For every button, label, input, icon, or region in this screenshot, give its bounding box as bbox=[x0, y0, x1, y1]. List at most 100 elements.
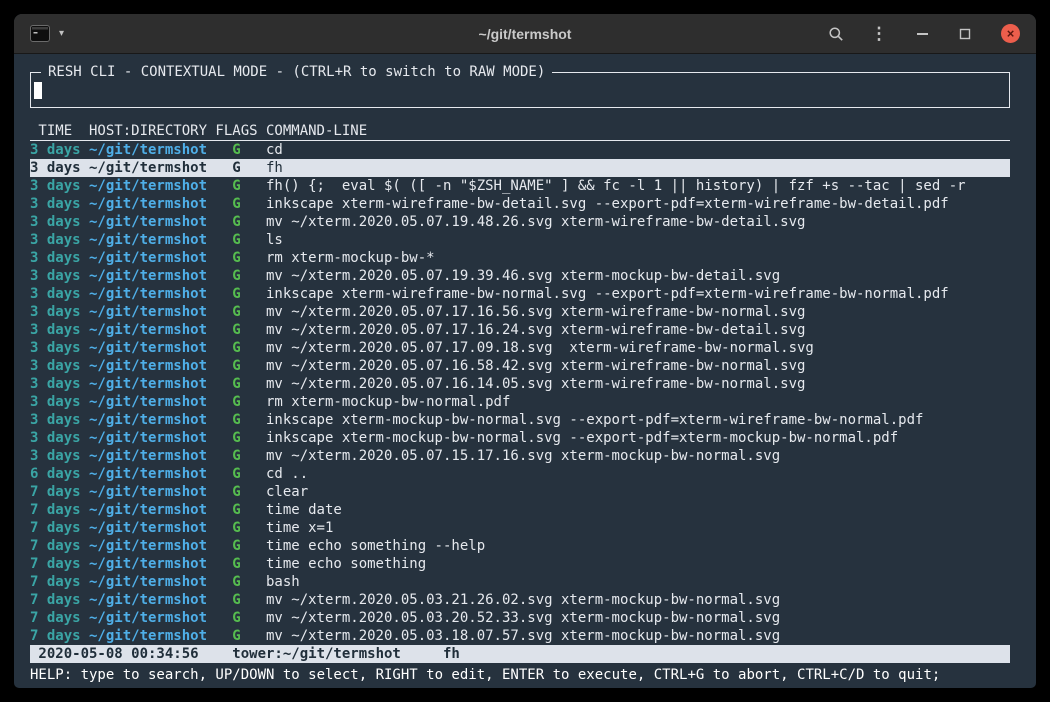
text-cursor bbox=[34, 82, 42, 99]
row-time: 7 days bbox=[30, 591, 89, 609]
row-command: time echo something --help bbox=[266, 537, 1010, 555]
history-row[interactable]: 3 days~/git/termshotGfh() {; eval $( ([ … bbox=[30, 177, 1010, 195]
history-row[interactable]: 3 days~/git/termshotGinkscape xterm-wire… bbox=[30, 285, 1010, 303]
history-row[interactable]: 3 days~/git/termshotGinkscape xterm-mock… bbox=[30, 411, 1010, 429]
row-host-directory: ~/git/termshot bbox=[89, 483, 215, 501]
row-command: mv ~/xterm.2020.05.07.17.16.56.svg xterm… bbox=[266, 303, 1010, 321]
history-row[interactable]: 3 days~/git/termshotGmv ~/xterm.2020.05.… bbox=[30, 339, 1010, 357]
row-host-directory: ~/git/termshot bbox=[89, 609, 215, 627]
row-time: 7 days bbox=[30, 609, 89, 627]
history-row[interactable]: 3 days~/git/termshotGmv ~/xterm.2020.05.… bbox=[30, 447, 1010, 465]
terminal-content[interactable]: RESH CLI - CONTEXTUAL MODE - (CTRL+R to … bbox=[14, 54, 1036, 687]
history-row[interactable]: 7 days~/git/termshotGtime date bbox=[30, 501, 1010, 519]
row-command: time date bbox=[266, 501, 1010, 519]
history-row[interactable]: 7 days~/git/termshotGmv ~/xterm.2020.05.… bbox=[30, 627, 1010, 645]
row-host-directory: ~/git/termshot bbox=[89, 465, 215, 483]
history-row[interactable]: 3 days~/git/termshotGmv ~/xterm.2020.05.… bbox=[30, 357, 1010, 375]
row-command: inkscape xterm-mockup-bw-normal.svg --ex… bbox=[266, 429, 1010, 447]
history-row[interactable]: 3 days~/git/termshotGinkscape xterm-mock… bbox=[30, 429, 1010, 447]
row-command: time x=1 bbox=[266, 519, 1010, 537]
row-host-directory: ~/git/termshot bbox=[89, 393, 215, 411]
row-command: ls bbox=[266, 231, 1010, 249]
titlebar[interactable]: ▾ ~/git/termshot ⋮ × bbox=[14, 14, 1036, 54]
row-command: inkscape xterm-wireframe-bw-normal.svg -… bbox=[266, 285, 1010, 303]
row-time: 3 days bbox=[30, 249, 89, 267]
col-header-command-line: COMMAND-LINE bbox=[266, 122, 1010, 140]
history-row[interactable]: 7 days~/git/termshotGclear bbox=[30, 483, 1010, 501]
row-host-directory: ~/git/termshot bbox=[89, 375, 215, 393]
close-button[interactable]: × bbox=[1001, 24, 1020, 43]
history-rows: 3 days~/git/termshotGcd3 days~/git/terms… bbox=[30, 141, 1010, 645]
row-time: 3 days bbox=[30, 141, 89, 159]
row-host-directory: ~/git/termshot bbox=[89, 573, 215, 591]
row-flags: G bbox=[215, 573, 266, 591]
minimize-icon[interactable] bbox=[913, 25, 931, 43]
row-time: 3 days bbox=[30, 357, 89, 375]
minimize-dash bbox=[917, 33, 928, 35]
row-host-directory: ~/git/termshot bbox=[89, 357, 215, 375]
history-row[interactable]: 7 days~/git/termshotGmv ~/xterm.2020.05.… bbox=[30, 609, 1010, 627]
history-row[interactable]: 7 days~/git/termshotGmv ~/xterm.2020.05.… bbox=[30, 591, 1010, 609]
row-flags: G bbox=[215, 159, 266, 177]
col-header-flags: FLAGS bbox=[215, 122, 266, 140]
row-flags: G bbox=[215, 141, 266, 159]
history-row[interactable]: 3 days~/git/termshotGmv ~/xterm.2020.05.… bbox=[30, 375, 1010, 393]
row-host-directory: ~/git/termshot bbox=[89, 627, 215, 645]
row-host-directory: ~/git/termshot bbox=[89, 537, 215, 555]
history-row[interactable]: 6 days~/git/termshotGcd .. bbox=[30, 465, 1010, 483]
row-flags: G bbox=[215, 321, 266, 339]
row-command: fh bbox=[266, 159, 1010, 177]
row-command: mv ~/xterm.2020.05.07.17.09.18.svg xterm… bbox=[266, 339, 1010, 357]
status-bar: 2020-05-08 00:34:56 tower:~/git/termshot… bbox=[30, 645, 1010, 663]
row-flags: G bbox=[215, 627, 266, 645]
row-host-directory: ~/git/termshot bbox=[89, 141, 215, 159]
row-host-directory: ~/git/termshot bbox=[89, 429, 215, 447]
row-time: 3 days bbox=[30, 375, 89, 393]
history-row[interactable]: 3 days~/git/termshotGmv ~/xterm.2020.05.… bbox=[30, 321, 1010, 339]
row-flags: G bbox=[215, 519, 266, 537]
history-row[interactable]: 3 days~/git/termshotGcd bbox=[30, 141, 1010, 159]
history-row[interactable]: 3 days~/git/termshotGmv ~/xterm.2020.05.… bbox=[30, 303, 1010, 321]
history-row[interactable]: 7 days~/git/termshotGbash bbox=[30, 573, 1010, 591]
history-row[interactable]: 3 days~/git/termshotGls bbox=[30, 231, 1010, 249]
row-time: 7 days bbox=[30, 573, 89, 591]
row-command: mv ~/xterm.2020.05.07.15.17.16.svg xterm… bbox=[266, 447, 1010, 465]
history-row[interactable]: 3 days~/git/termshotGmv ~/xterm.2020.05.… bbox=[30, 213, 1010, 231]
history-row[interactable]: 3 days~/git/termshotGmv ~/xterm.2020.05.… bbox=[30, 267, 1010, 285]
row-flags: G bbox=[215, 483, 266, 501]
col-header-host-directory: HOST:DIRECTORY bbox=[89, 122, 215, 140]
search-icon[interactable] bbox=[827, 25, 845, 43]
row-host-directory: ~/git/termshot bbox=[89, 447, 215, 465]
history-row[interactable]: 3 days~/git/termshotGinkscape xterm-wire… bbox=[30, 195, 1010, 213]
history-row[interactable]: 3 days~/git/termshotGfh bbox=[30, 159, 1010, 177]
history-row[interactable]: 3 days~/git/termshotGrm xterm-mockup-bw-… bbox=[30, 249, 1010, 267]
titlebar-right-group: ⋮ × bbox=[827, 24, 1020, 43]
terminal-app-icon[interactable] bbox=[30, 25, 50, 42]
row-flags: G bbox=[215, 591, 266, 609]
row-time: 3 days bbox=[30, 303, 89, 321]
row-time: 7 days bbox=[30, 627, 89, 645]
row-flags: G bbox=[215, 411, 266, 429]
history-row[interactable]: 7 days~/git/termshotGtime x=1 bbox=[30, 519, 1010, 537]
row-host-directory: ~/git/termshot bbox=[89, 519, 215, 537]
row-time: 3 days bbox=[30, 411, 89, 429]
help-line: HELP: type to search, UP/DOWN to select,… bbox=[30, 666, 1010, 684]
row-flags: G bbox=[215, 465, 266, 483]
history-row[interactable]: 3 days~/git/termshotGrm xterm-mockup-bw-… bbox=[30, 393, 1010, 411]
row-flags: G bbox=[215, 555, 266, 573]
row-flags: G bbox=[215, 231, 266, 249]
history-row[interactable]: 7 days~/git/termshotGtime echo something… bbox=[30, 537, 1010, 555]
menu-kebab-icon[interactable]: ⋮ bbox=[870, 25, 888, 43]
resh-search-input[interactable]: RESH CLI - CONTEXTUAL MODE - (CTRL+R to … bbox=[30, 72, 1010, 108]
row-time: 3 days bbox=[30, 267, 89, 285]
row-flags: G bbox=[215, 447, 266, 465]
restore-icon[interactable] bbox=[956, 25, 974, 43]
row-time: 3 days bbox=[30, 177, 89, 195]
row-time: 3 days bbox=[30, 393, 89, 411]
history-row[interactable]: 7 days~/git/termshotGtime echo something bbox=[30, 555, 1010, 573]
profile-dropdown-caret-icon[interactable]: ▾ bbox=[59, 29, 64, 39]
row-flags: G bbox=[215, 285, 266, 303]
row-flags: G bbox=[215, 501, 266, 519]
resh-mode-title: RESH CLI - CONTEXTUAL MODE - (CTRL+R to … bbox=[41, 63, 552, 81]
row-host-directory: ~/git/termshot bbox=[89, 555, 215, 573]
